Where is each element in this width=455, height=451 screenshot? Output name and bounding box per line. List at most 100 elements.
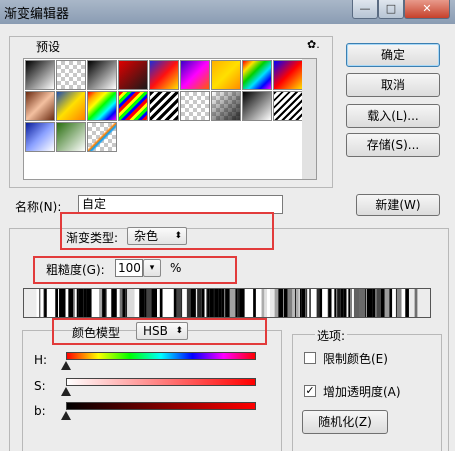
restrict-colors-checkbox[interactable]	[304, 352, 316, 364]
noise-stripe	[327, 289, 329, 317]
noise-stripe	[401, 289, 406, 317]
noise-stripe	[239, 289, 241, 317]
noise-stripe	[55, 289, 59, 317]
noise-gradient-preview[interactable]	[23, 288, 431, 318]
noise-stripe	[392, 289, 396, 317]
noise-stripe	[328, 289, 332, 317]
noise-stripe	[336, 289, 338, 317]
hue-slider-thumb[interactable]	[61, 361, 71, 370]
noise-stripe	[151, 289, 157, 317]
saturation-slider-thumb[interactable]	[61, 387, 71, 396]
noise-stripe	[241, 289, 245, 317]
preset-swatch[interactable]	[87, 122, 117, 152]
add-transparency-checkbox[interactable]: ✓	[304, 385, 316, 397]
noise-stripe	[146, 289, 152, 317]
preset-swatch[interactable]	[118, 60, 148, 90]
noise-stripe	[58, 289, 59, 317]
noise-stripe	[296, 289, 299, 317]
brightness-slider-track[interactable]	[66, 402, 256, 410]
ok-button[interactable]: 确定	[346, 43, 440, 67]
noise-stripe	[46, 289, 52, 317]
preset-swatch[interactable]	[25, 122, 55, 152]
noise-stripe	[337, 289, 341, 317]
noise-stripe	[319, 289, 323, 317]
preset-swatch[interactable]	[56, 122, 86, 152]
noise-stripe	[206, 289, 208, 317]
noise-stripe	[305, 289, 307, 317]
noise-stripe	[59, 289, 66, 317]
noise-stripe	[39, 289, 41, 317]
noise-stripe	[253, 289, 256, 317]
noise-stripe	[76, 289, 79, 317]
noise-stripe	[352, 289, 354, 317]
new-button[interactable]: 新建(W)	[356, 194, 440, 216]
noise-stripe	[283, 289, 284, 317]
save-button[interactable]: 存储(S)...	[346, 133, 440, 157]
noise-stripe	[283, 289, 288, 317]
saturation-slider-track[interactable]	[66, 378, 256, 386]
highlight-roughness	[33, 256, 237, 284]
noise-stripe	[384, 289, 390, 317]
preset-swatch[interactable]	[180, 91, 210, 121]
noise-stripe	[97, 289, 100, 317]
highlight-color-model	[52, 318, 267, 345]
preset-swatch[interactable]	[87, 91, 117, 121]
preset-swatch[interactable]	[211, 60, 241, 90]
noise-stripe	[238, 289, 240, 317]
preset-swatch[interactable]	[25, 60, 55, 90]
noise-stripe	[101, 289, 103, 317]
preset-swatch[interactable]	[242, 91, 272, 121]
noise-stripe	[68, 289, 73, 317]
preset-swatch[interactable]	[87, 60, 117, 90]
load-button[interactable]: 载入(L)...	[346, 104, 440, 128]
preset-swatch[interactable]	[149, 91, 179, 121]
randomize-button[interactable]: 随机化(Z)	[302, 410, 388, 434]
noise-stripe	[134, 289, 140, 317]
preset-swatch[interactable]	[149, 60, 179, 90]
noise-stripe	[173, 289, 177, 317]
noise-stripe	[375, 289, 377, 317]
preset-swatch[interactable]	[273, 91, 303, 121]
noise-stripe	[214, 289, 219, 317]
noise-stripe	[225, 289, 230, 317]
noise-stripe	[43, 289, 45, 317]
noise-stripe	[261, 289, 265, 317]
noise-stripe	[176, 289, 182, 317]
preset-swatch[interactable]	[56, 60, 86, 90]
maximize-button[interactable]: □	[378, 0, 404, 19]
brightness-slider-label: b:	[34, 404, 46, 418]
noise-stripe	[292, 289, 296, 317]
noise-stripe	[122, 289, 126, 317]
noise-stripe	[168, 289, 174, 317]
window-title: 渐变编辑器	[4, 7, 70, 22]
close-button[interactable]: ✕	[404, 0, 450, 19]
minimize-button[interactable]: —	[352, 0, 378, 19]
preset-swatch[interactable]	[25, 91, 55, 121]
noise-stripe	[143, 289, 145, 317]
preset-swatch[interactable]	[211, 91, 241, 121]
cancel-button[interactable]: 取消	[346, 73, 440, 97]
preset-swatch[interactable]	[273, 60, 303, 90]
preset-swatch[interactable]	[118, 91, 148, 121]
noise-stripe	[414, 289, 418, 317]
presets-scrollbar[interactable]	[302, 58, 317, 180]
preset-swatch[interactable]	[242, 60, 272, 90]
noise-stripe	[190, 289, 196, 317]
noise-stripe	[106, 289, 112, 317]
noise-stripe	[105, 289, 107, 317]
noise-stripe	[73, 289, 75, 317]
hue-slider-track[interactable]	[66, 352, 256, 360]
saturation-slider-label: S:	[34, 379, 46, 393]
noise-stripe	[301, 289, 306, 317]
options-label: 选项:	[315, 327, 348, 344]
preset-swatch[interactable]	[56, 91, 86, 121]
noise-stripe	[65, 289, 69, 317]
noise-stripe	[86, 289, 92, 317]
gear-icon[interactable]: ✿.	[307, 38, 320, 51]
noise-stripe	[116, 289, 120, 317]
noise-stripe	[51, 289, 53, 317]
brightness-slider-thumb[interactable]	[61, 411, 71, 420]
noise-stripe	[350, 289, 353, 317]
preset-swatch[interactable]	[180, 60, 210, 90]
noise-stripe	[224, 289, 226, 317]
